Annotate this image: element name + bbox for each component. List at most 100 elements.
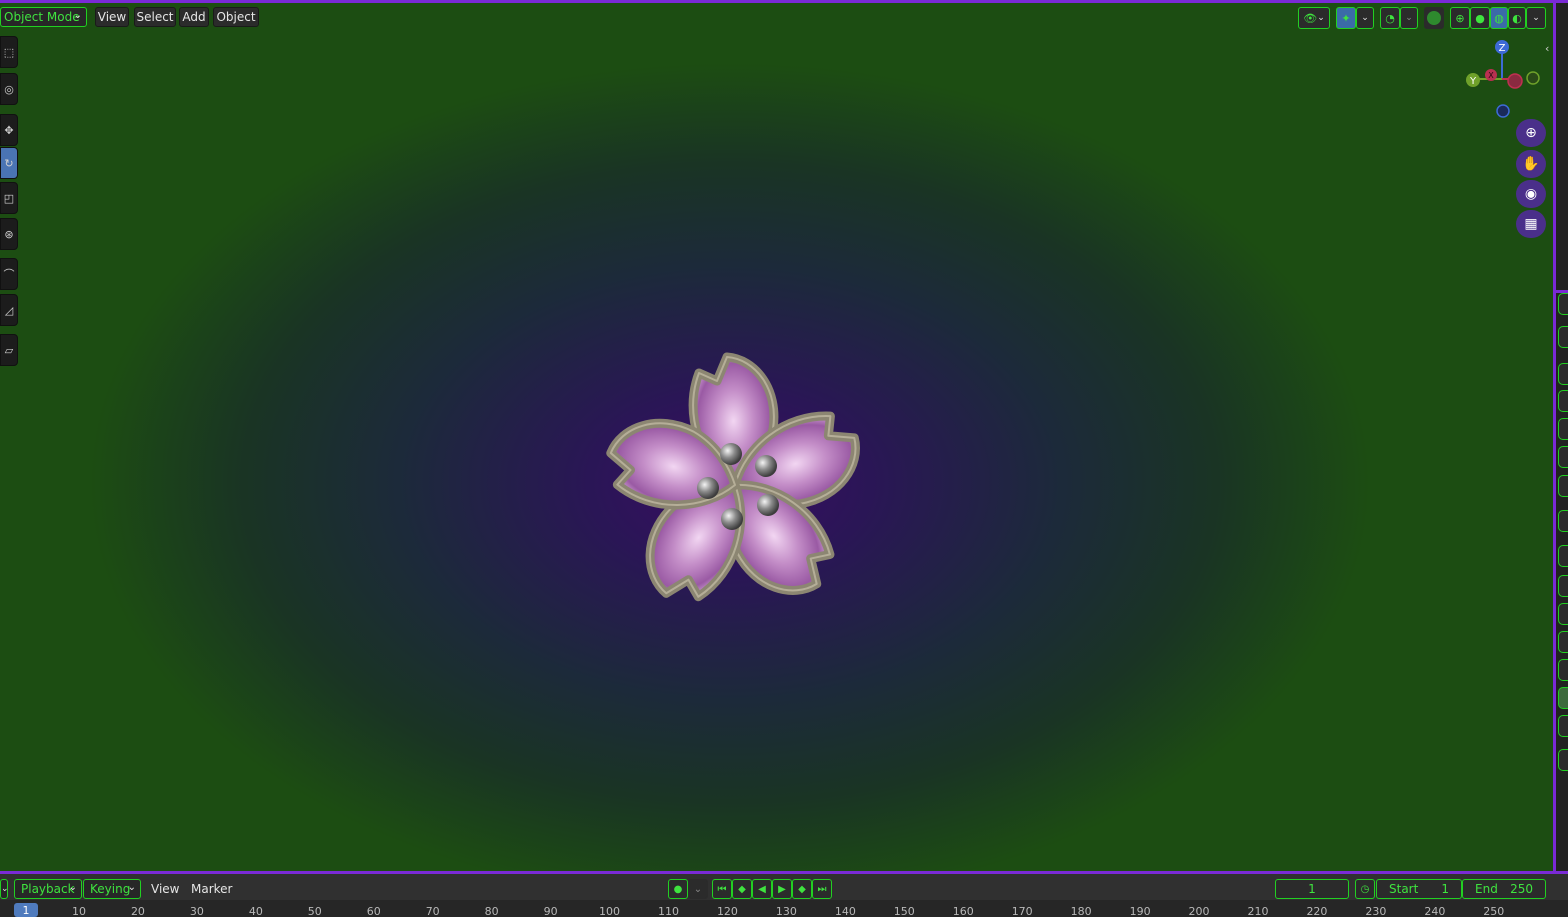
properties-tab-material[interactable]	[1558, 687, 1568, 709]
properties-tab-collection[interactable]	[1558, 475, 1568, 497]
chevron-down-icon: ⌄	[73, 10, 82, 21]
chevron-down-icon: ⌄	[1, 884, 9, 894]
scale-tool[interactable]: ◰	[0, 182, 18, 214]
timeline-ruler[interactable]: 10 20 30 40 50 60 70 80 90 100 110 120 130 140 150 160 1…	[0, 900, 1568, 917]
keying-dropdown[interactable]: Keying ⌄	[83, 879, 141, 899]
current-frame-field[interactable]: 1	[1275, 879, 1349, 899]
properties-tab-constraints[interactable]	[1558, 631, 1568, 653]
zoom-icon: ⊕	[1525, 125, 1537, 141]
editor-type-dropdown[interactable]: ⌄	[0, 879, 9, 899]
cursor-tool[interactable]: ◎	[0, 73, 18, 105]
measure-tool[interactable]: ◿	[0, 294, 18, 326]
chevron-down-icon: ⌄	[1532, 13, 1540, 23]
menu-object[interactable]: Object	[213, 7, 259, 27]
play-reverse-button[interactable]: ◀	[752, 879, 772, 899]
properties-tab-data[interactable]	[1558, 659, 1568, 681]
properties-tab-view-layer[interactable]	[1558, 390, 1568, 412]
overlays-icon: ◔	[1385, 11, 1395, 25]
gizmo-dropdown[interactable]: ⌄	[1356, 7, 1374, 29]
shading-dropdown[interactable]: ⌄	[1526, 7, 1546, 29]
navigation-gizmo[interactable]: Z Y X	[1456, 36, 1546, 126]
flower-object[interactable]	[0, 3, 1555, 871]
properties-tab-tool[interactable]	[1558, 293, 1568, 315]
pan-button[interactable]: ✋	[1516, 150, 1546, 178]
properties-tab-output[interactable]	[1558, 363, 1568, 385]
chevron-down-icon: ⌄	[68, 882, 77, 893]
end-frame-field[interactable]: End 250	[1462, 879, 1546, 899]
3d-viewport[interactable]	[0, 3, 1555, 871]
next-keyframe-button[interactable]: ◆	[792, 879, 812, 899]
menu-select[interactable]: Select	[134, 7, 176, 27]
menu-add[interactable]: Add	[179, 7, 209, 27]
xray-toggle-button[interactable]	[1424, 7, 1444, 29]
prev-keyframe-button[interactable]: ◆	[732, 879, 752, 899]
rotate-icon: ↻	[4, 156, 14, 170]
annotate-tool[interactable]: ⌒	[0, 258, 18, 290]
properties-tab-world[interactable]	[1558, 446, 1568, 468]
properties-tab-particles[interactable]	[1558, 575, 1568, 597]
properties-tab-render[interactable]	[1558, 326, 1568, 348]
properties-tab-scene[interactable]	[1558, 418, 1568, 440]
ruler-tick-label: 200	[1188, 905, 1210, 917]
cursor-icon: ◎	[4, 82, 14, 96]
auto-keying-button[interactable]: ●	[668, 879, 688, 899]
timeline-header: ⌄ Playback ⌄ Keying ⌄ View Marker ● ⌄ ⏮ …	[0, 874, 1568, 900]
play-button[interactable]: ▶	[772, 879, 792, 899]
camera-view-button[interactable]: ◉	[1516, 180, 1546, 208]
properties-tab-object[interactable]	[1558, 510, 1568, 532]
start-value: 1	[1441, 882, 1449, 896]
start-label: Start	[1389, 882, 1419, 896]
gizmo-toggle-button[interactable]: ✦	[1336, 7, 1356, 29]
playback-dropdown[interactable]: Playback ⌄	[14, 879, 82, 899]
properties-tab-physics[interactable]	[1558, 603, 1568, 625]
move-icon: ✥	[4, 123, 14, 137]
gizmo-x-label: X	[1488, 71, 1494, 80]
overlays-dropdown[interactable]: ⌄	[1400, 7, 1418, 29]
overlays-toggle-button[interactable]: ◔	[1380, 7, 1400, 29]
ruler-tick-label: 180	[1070, 905, 1092, 917]
sidebar-toggle-icon[interactable]: ‹	[1545, 42, 1549, 55]
ruler-tick-label: 150	[893, 905, 915, 917]
jump-to-end-button[interactable]: ⏭	[812, 879, 832, 899]
object-mode-dropdown[interactable]: Object Mode ⌄	[0, 7, 87, 27]
transform-tool[interactable]: ⊛	[0, 218, 18, 250]
annotate-icon: ⌒	[3, 268, 15, 281]
properties-tab-texture[interactable]	[1558, 715, 1568, 737]
current-frame-indicator[interactable]: 1	[14, 903, 38, 917]
select-box-icon: ⬚	[3, 45, 15, 59]
wireframe-shading-button[interactable]: ⊕	[1450, 7, 1470, 29]
ruler-tick-label: 130	[775, 905, 797, 917]
gizmo-icon: ✦	[1341, 11, 1351, 25]
preview-range-button[interactable]: ◷	[1355, 879, 1375, 899]
move-tool[interactable]: ✥	[0, 114, 18, 146]
properties-tab-shader[interactable]	[1558, 749, 1568, 771]
ruler-tick-label: 40	[248, 905, 263, 917]
ruler-tick-label: 140	[834, 905, 856, 917]
rendered-sphere-icon: ◐	[1512, 11, 1522, 25]
properties-tab-modifiers[interactable]	[1558, 545, 1568, 567]
material-shading-button[interactable]: ◍	[1490, 7, 1508, 29]
keying-options-dropdown[interactable]: ⌄	[688, 879, 708, 899]
chevron-down-icon: ⌄	[693, 883, 703, 895]
ruler-tick-label: 30	[189, 905, 204, 917]
visibility-dropdown[interactable]: 👁 ⌄	[1298, 7, 1330, 29]
solid-shading-button[interactable]: ●	[1470, 7, 1490, 29]
start-frame-field[interactable]: Start 1	[1376, 879, 1462, 899]
hand-icon: ✋	[1522, 156, 1540, 172]
add-cube-tool[interactable]: ▱	[0, 334, 18, 366]
rendered-shading-button[interactable]: ◐	[1508, 7, 1526, 29]
perspective-toggle-button[interactable]: ▦	[1516, 210, 1546, 238]
timeline-menu-marker[interactable]: Marker	[191, 879, 232, 899]
scale-icon: ◰	[3, 191, 15, 205]
jump-start-icon: ⏮	[717, 883, 727, 895]
prev-keyframe-icon: ◆	[738, 883, 746, 895]
rotate-tool[interactable]: ↻	[0, 147, 18, 179]
menu-view[interactable]: View	[95, 7, 129, 27]
jump-to-start-button[interactable]: ⏮	[712, 879, 732, 899]
zoom-button[interactable]: ⊕	[1516, 119, 1546, 147]
timeline-menu-view[interactable]: View	[151, 879, 179, 899]
eye-icon: 👁	[1303, 11, 1318, 25]
playback-label: Playback	[21, 882, 75, 896]
select-box-tool[interactable]: ⬚	[0, 36, 18, 68]
stopwatch-icon: ◷	[1360, 883, 1370, 895]
